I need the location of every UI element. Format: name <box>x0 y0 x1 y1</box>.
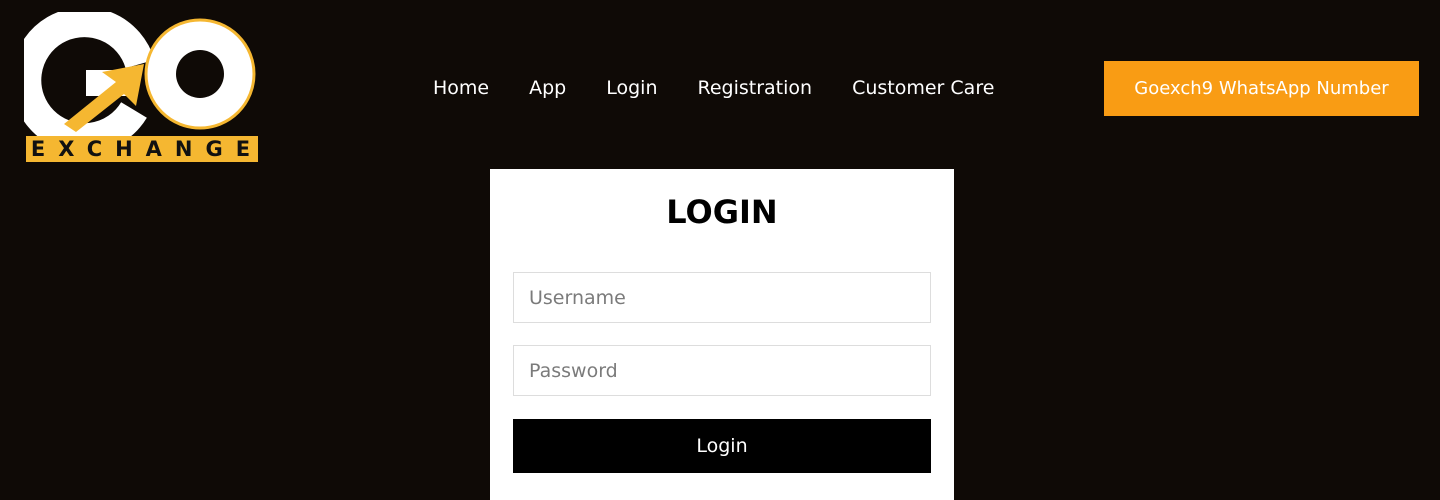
nav-home[interactable]: Home <box>433 77 489 99</box>
login-submit-button[interactable]: Login <box>513 419 931 473</box>
whatsapp-number-button[interactable]: Goexch9 WhatsApp Number <box>1104 61 1419 116</box>
login-title: LOGIN <box>666 193 778 231</box>
nav-login[interactable]: Login <box>606 77 657 99</box>
login-card: LOGIN Login <box>490 169 954 500</box>
password-input[interactable] <box>513 345 931 396</box>
nav-app[interactable]: App <box>529 77 566 99</box>
page: EXCHANGE Home App Login Registration Cus… <box>0 0 1440 500</box>
site-logo[interactable]: EXCHANGE <box>24 12 260 164</box>
main-nav: Home App Login Registration Customer Car… <box>433 72 994 104</box>
nav-customer-care[interactable]: Customer Care <box>852 77 994 99</box>
username-input[interactable] <box>513 272 931 323</box>
go-logo-mark <box>24 12 256 142</box>
logo-band: EXCHANGE <box>26 136 258 162</box>
nav-registration[interactable]: Registration <box>698 77 813 99</box>
